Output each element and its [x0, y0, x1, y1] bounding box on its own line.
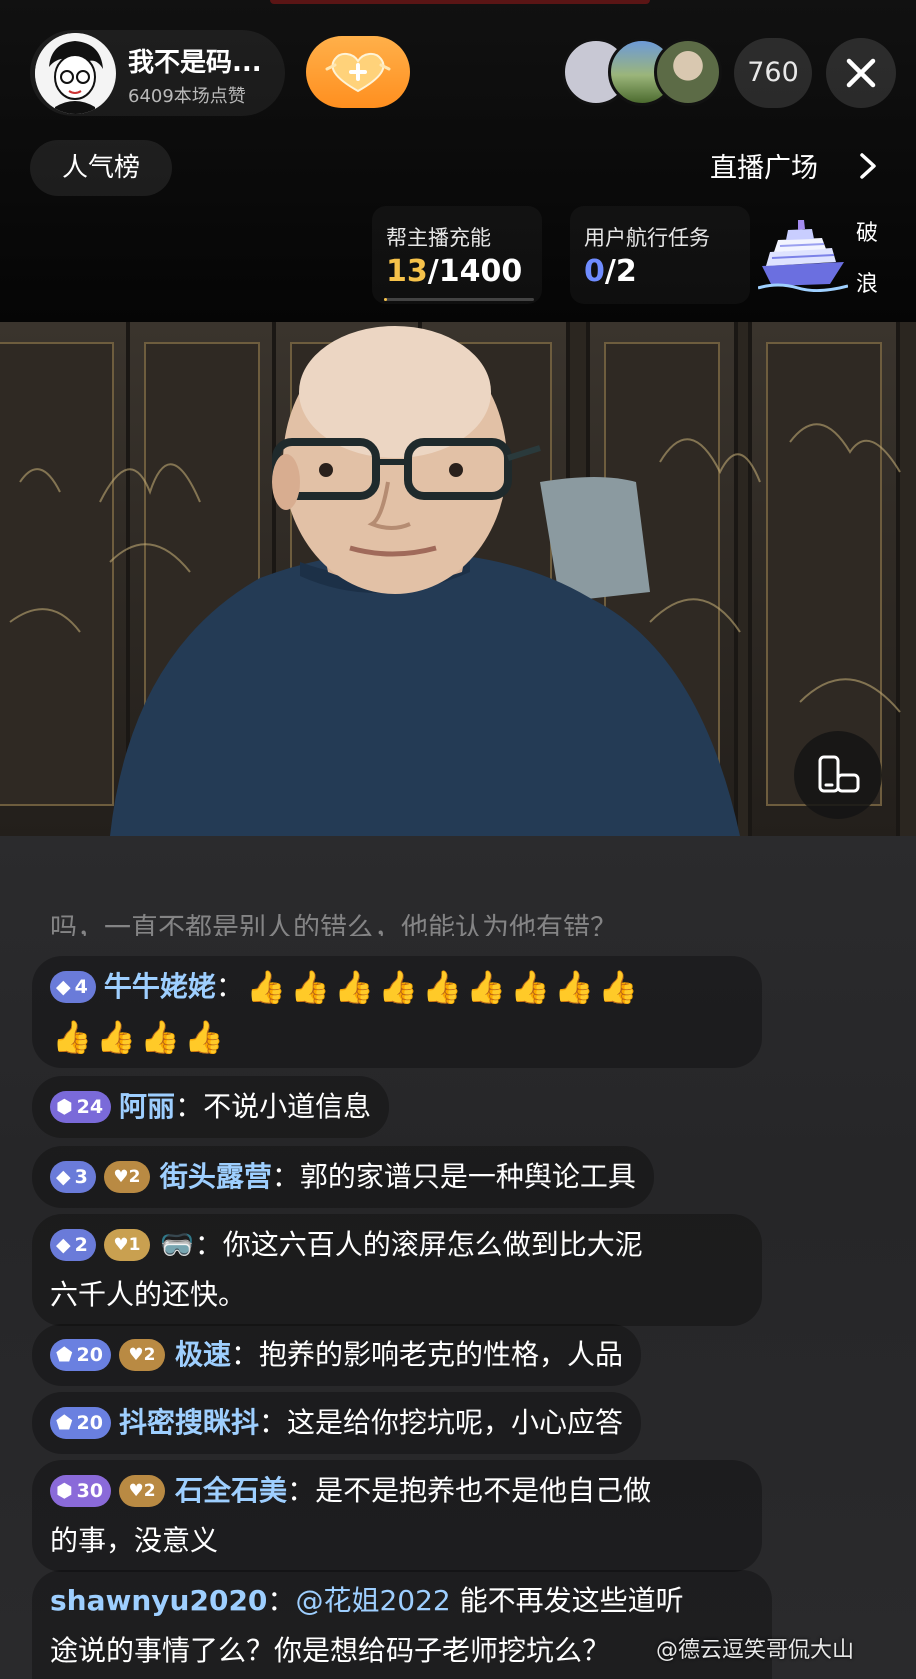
thumbs-up-icons: 👍 👍 👍 👍 [50, 1012, 744, 1062]
chat-username[interactable]: 牛牛姥姥 [104, 962, 216, 1012]
thumbs-up-icon: 👍 [140, 1018, 180, 1056]
chat-username[interactable]: 石全石美 [175, 1466, 287, 1516]
ship-label-bottom: 浪 [856, 272, 879, 297]
chat-text: 郭的家谱只是一种舆论工具 [299, 1160, 636, 1193]
close-button[interactable] [826, 38, 896, 108]
chat-username[interactable]: 阿丽 [119, 1082, 175, 1132]
thumbs-up-icon: 👍 [421, 968, 462, 1006]
charge-progress-fill [384, 298, 387, 301]
live-header: 我不是码... 6409本场点赞 760 人气榜 直播广场 帮主播充能 13/1… [0, 0, 916, 322]
thumbs-up-icon: 👍 [597, 968, 638, 1006]
chat-username[interactable]: shawnyu2020 [50, 1576, 267, 1626]
top-indicator [270, 0, 650, 4]
host-likes-count: 6409本场点赞 [128, 86, 246, 107]
thumbs-up-icon: 👍 [52, 1018, 92, 1056]
user-level-badge: ⬢ 30 [50, 1475, 112, 1507]
thumbs-up-icon: 👍 [377, 968, 418, 1006]
user-level-badge: ◆ 2 [50, 1229, 96, 1261]
charge-task-progress: 13/1400 [386, 254, 522, 289]
chat-username[interactable]: 极速 [175, 1330, 231, 1380]
charge-total: /1400 [427, 254, 523, 289]
chat-username[interactable]: 🥽 [160, 1220, 195, 1270]
rotate-screen-button[interactable] [794, 731, 882, 819]
user-level-badge: ◆ 4 [50, 971, 96, 1003]
ship-icon[interactable] [758, 218, 848, 292]
charge-progress-bar [384, 298, 534, 301]
chat-text: 途说的事情了么？你是想给码子老师挖坑么？ [50, 1634, 611, 1667]
screen-etching [9, 423, 901, 713]
watermark: @德云逗笑哥侃大山 [656, 1638, 855, 1663]
thumbs-up-icon: 👍 [333, 968, 374, 1006]
chat-username[interactable]: 抖密搜眯抖 [119, 1398, 259, 1448]
top-viewers[interactable] [562, 38, 722, 108]
thumbs-up-icon: 👍 [289, 968, 330, 1006]
fan-club-badge: ♥ 2 [103, 1161, 150, 1193]
live-plaza-link[interactable]: 直播广场 [710, 146, 818, 185]
host-name[interactable]: 我不是码... [128, 42, 262, 79]
chat-text: 你这六百人的滚屏怎么做到比大泥 [222, 1228, 643, 1261]
follow-button[interactable] [306, 36, 410, 108]
user-level-badge: ◆ 3 [50, 1161, 96, 1193]
thumbs-up-icons: 👍 👍 👍 👍 👍 👍 👍 👍 👍 [244, 962, 640, 1012]
ship-label-top: 破 [856, 221, 879, 246]
chat-message[interactable]: ⬟ 20 ♥ 2 极速：抱养的影响老克的性格，人品 [32, 1324, 642, 1386]
charge-current: 13 [386, 254, 428, 289]
live-video[interactable] [0, 322, 916, 836]
voyage-task-progress: 0/2 [584, 254, 637, 289]
user-level-badge: ⬢ 24 [50, 1091, 112, 1123]
voyage-task-title: 用户航行任务 [584, 226, 710, 250]
chat-text: 的事，没意义 [50, 1524, 219, 1557]
thumbs-up-icon: 👍 [245, 968, 286, 1006]
host-avatar[interactable] [35, 33, 116, 114]
thumbs-up-icon: 👍 [509, 968, 550, 1006]
fan-club-badge: ♥ 1 [103, 1229, 150, 1261]
user-level-badge: ⬟ 20 [50, 1407, 111, 1439]
chat-message[interactable]: ⬢ 24 阿丽：不说小道信息 [32, 1076, 390, 1138]
voyage-current: 0 [584, 254, 605, 289]
thumbs-up-icon: 👍 [184, 1018, 224, 1056]
chat-message[interactable]: ⬟ 20 抖密搜眯抖：这是给你挖坑呢，小心应答 [32, 1392, 642, 1454]
chat-message[interactable]: ⬢ 30 ♥ 2 石全石美：是不是抱养也不是他自己做 的事，没意义 [32, 1460, 762, 1572]
fan-club-badge: ♥ 2 [118, 1339, 165, 1371]
thumbs-up-icon: 👍 [465, 968, 506, 1006]
chat-text: 能不再发这些道听 [459, 1584, 684, 1617]
fan-club-badge: ♥ 2 [119, 1475, 166, 1507]
viewer-count[interactable]: 760 [734, 38, 812, 108]
thumbs-up-icon: 👍 [553, 968, 594, 1006]
charge-task-title: 帮主播充能 [386, 226, 491, 250]
chat-message[interactable]: ◆ 2 ♥ 1 🥽：你这六百人的滚屏怎么做到比大泥 六千人的还快。 [32, 1214, 762, 1326]
viewer-avatar[interactable] [654, 38, 722, 106]
chat-mention[interactable]: @花姐2022 [295, 1576, 450, 1626]
chat-text: 不说小道信息 [203, 1090, 372, 1123]
chevron-right-icon[interactable] [858, 152, 878, 180]
close-icon [846, 58, 876, 88]
heart-plus-icon [325, 53, 391, 93]
rotate-screen-icon [818, 755, 860, 793]
thumbs-up-icon: 👍 [96, 1018, 136, 1056]
chat-message[interactable]: ◆ 3 ♥ 2 街头露营：郭的家谱只是一种舆论工具 [32, 1146, 654, 1208]
chat-text: 这是给你挖坑呢，小心应答 [287, 1406, 624, 1439]
chat-text: 是不是抱养也不是他自己做 [315, 1474, 652, 1507]
user-level-badge: ⬟ 20 [50, 1339, 111, 1371]
popularity-rank-button[interactable]: 人气榜 [30, 140, 172, 196]
voyage-total: /2 [604, 254, 637, 289]
chat-username[interactable]: 街头露营 [160, 1152, 272, 1202]
chat-faded-message: 吗，一直不都是别人的错么，他能认为他有错？ [50, 913, 617, 936]
chat-message[interactable]: ◆ 4 牛牛姥姥： 👍 👍 👍 👍 👍 👍 👍 👍 👍 👍 👍 👍 👍 [32, 956, 762, 1068]
chat-text: 抱养的影响老克的性格，人品 [259, 1338, 624, 1371]
chat-text: 六千人的还快。 [50, 1278, 247, 1311]
